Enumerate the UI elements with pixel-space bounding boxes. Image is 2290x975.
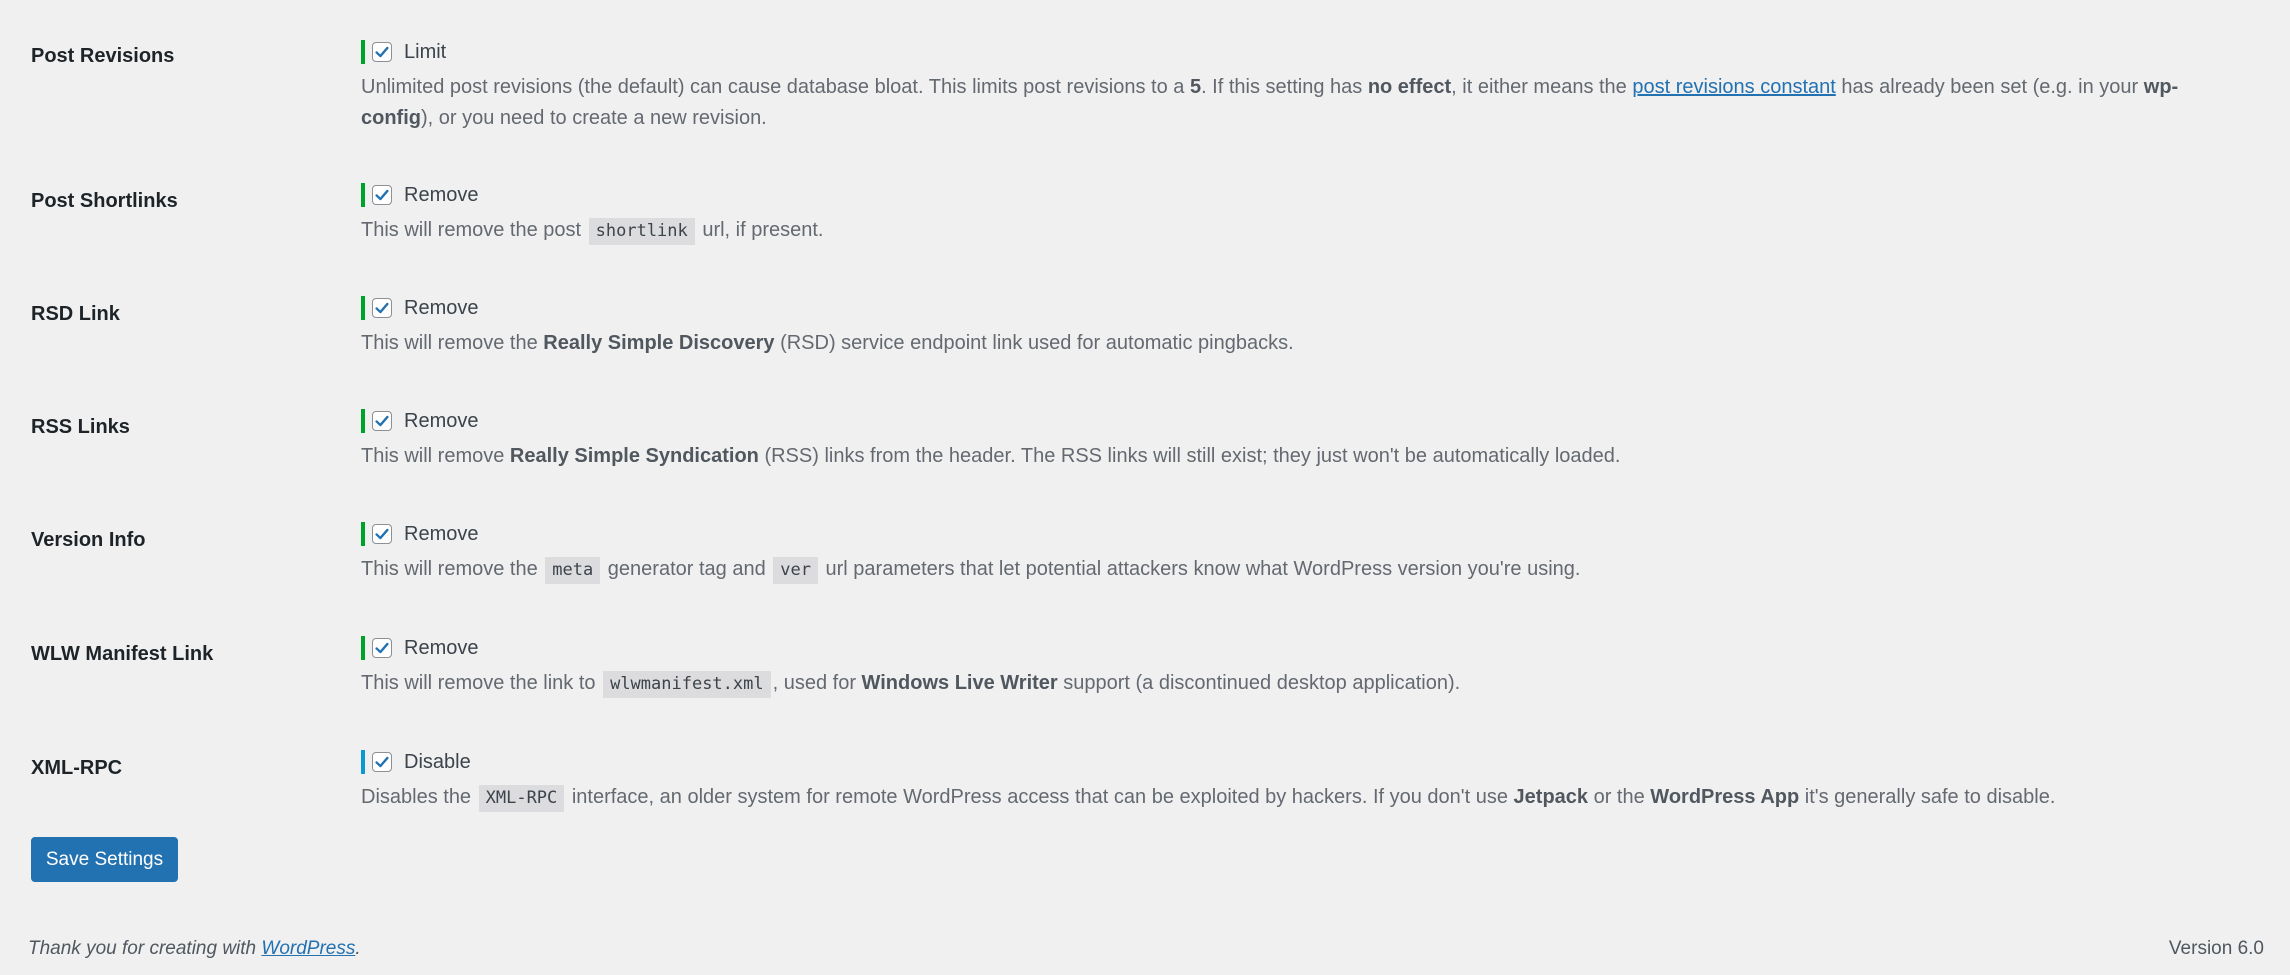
footer-thanks-prefix: Thank you for creating with [28, 938, 262, 959]
setting-label: XML-RPC [31, 757, 123, 779]
description-text: url, if present. [696, 219, 824, 241]
description-code: wlwmanifest.xml [603, 671, 771, 698]
setting-checkbox[interactable] [372, 42, 392, 62]
description-text: , it either means the [1451, 76, 1633, 98]
status-indicator [361, 40, 365, 64]
setting-field: Remove This will remove the post shortlin… [361, 181, 2250, 247]
checkbox-line: Limit [361, 38, 2250, 66]
setting-description: This will remove Really Simple Syndicati… [361, 441, 2250, 472]
status-indicator [361, 183, 365, 207]
status-indicator [361, 522, 365, 546]
checkbox-label[interactable]: Remove [404, 634, 478, 662]
description-text: This will remove the post [361, 219, 587, 241]
description-text: url parameters that let potential attack… [819, 558, 1581, 580]
description-text: , used for [772, 672, 862, 694]
description-emphasis: 5 [1189, 76, 1202, 98]
checkmark-icon [375, 756, 389, 768]
description-text: ), or you need to create a new revision. [421, 107, 767, 129]
setting-checkbox[interactable] [372, 298, 392, 318]
checkmark-icon [375, 415, 389, 427]
checkbox-label[interactable]: Remove [404, 520, 478, 548]
status-indicator [361, 296, 365, 320]
checkbox-line: Remove [361, 181, 2250, 209]
setting-description: This will remove the link to wlwmanifest… [361, 668, 2250, 700]
checkbox-label[interactable]: Limit [404, 38, 446, 66]
description-text: (RSD) service endpoint link used for aut… [774, 332, 1294, 354]
footer-version: Version 6.0 [2168, 938, 2264, 959]
checkbox-label[interactable]: Remove [404, 294, 478, 322]
checkbox-label[interactable]: Disable [404, 748, 471, 776]
setting-description: This will remove the Really Simple Disco… [361, 328, 2250, 359]
description-code: XML-RPC [478, 785, 565, 812]
checkbox-label[interactable]: Remove [404, 181, 478, 209]
description-code: ver [773, 557, 818, 584]
footer-thanks-suffix: . [355, 938, 361, 959]
description-text: This will remove the [361, 558, 544, 580]
description-text: has already been set (e.g. in your [1835, 76, 2144, 98]
description-emphasis: WordPress App [1650, 786, 1800, 808]
status-indicator [361, 409, 365, 433]
setting-description: Unlimited post revisions (the default) c… [361, 72, 2250, 134]
setting-label: Version Info [31, 529, 146, 551]
description-text: generator tag and [602, 558, 772, 580]
checkmark-icon [375, 528, 389, 540]
description-text: This will remove the link to [361, 672, 602, 694]
setting-field: Remove This will remove Really Simple Syn… [361, 407, 2250, 472]
setting-label: Post Shortlinks [31, 190, 178, 212]
checkmark-icon [375, 46, 389, 58]
setting-checkbox[interactable] [372, 638, 392, 658]
setting-field: Remove This will remove the Really Simple… [361, 294, 2250, 359]
setting-field: Remove This will remove the link to wlwma… [361, 634, 2250, 700]
status-indicator [361, 750, 365, 774]
setting-checkbox[interactable] [372, 752, 392, 772]
setting-checkbox[interactable] [372, 524, 392, 544]
setting-checkbox[interactable] [372, 411, 392, 431]
description-text: This will remove the [361, 332, 544, 354]
description-link[interactable]: post revisions constant [1632, 76, 1835, 98]
setting-checkbox[interactable] [372, 185, 392, 205]
description-emphasis: Jetpack [1513, 786, 1589, 808]
checkbox-label[interactable]: Remove [404, 407, 478, 435]
description-text: Unlimited post revisions (the default) c… [361, 76, 1190, 98]
description-emphasis: no effect [1367, 76, 1452, 98]
checkbox-line: Disable [361, 748, 2250, 776]
setting-field: Limit Unlimited post revisions (the defau… [361, 38, 2250, 134]
setting-label: Post Revisions [31, 45, 175, 67]
description-text: or the [1588, 786, 1651, 808]
checkbox-line: Remove [361, 634, 2250, 662]
setting-field: Remove This will remove the meta generato… [361, 520, 2250, 586]
checkbox-line: Remove [361, 407, 2250, 435]
setting-description: This will remove the meta generator tag … [361, 554, 2250, 586]
setting-field: Disable Disables the XML-RPC interface, a… [361, 748, 2250, 814]
description-emphasis: Really Simple Syndication [509, 445, 759, 467]
description-code: shortlink [588, 218, 695, 245]
description-text: interface, an older system for remote Wo… [566, 786, 1514, 808]
description-emphasis: Really Simple Discovery [543, 332, 775, 354]
checkmark-icon [375, 642, 389, 654]
checkmark-icon [375, 189, 389, 201]
footer-thanks: Thank you for creating with WordPress. [28, 938, 361, 960]
save-settings-button[interactable]: Save Settings [31, 837, 178, 882]
description-text: it's generally safe to disable. [1799, 786, 2056, 808]
description-code: meta [545, 557, 601, 584]
setting-label: WLW Manifest Link [31, 643, 214, 665]
setting-description: Disables the XML-RPC interface, an older… [361, 782, 2250, 814]
description-text: (RSS) links from the header. The RSS lin… [758, 445, 1621, 467]
setting-description: This will remove the post shortlink url,… [361, 215, 2250, 247]
description-text: Disables the [361, 786, 477, 808]
checkmark-icon [375, 302, 389, 314]
checkbox-line: Remove [361, 520, 2250, 548]
setting-label: RSS Links [31, 416, 130, 438]
description-text: This will remove [361, 445, 510, 467]
description-emphasis: Windows Live Writer [861, 672, 1058, 694]
description-text: support (a discontinued desktop applicat… [1057, 672, 1461, 694]
wordpress-link[interactable]: WordPress [261, 938, 355, 959]
checkbox-line: Remove [361, 294, 2250, 322]
status-indicator [361, 636, 365, 660]
description-text: . If this setting has [1201, 76, 1368, 98]
setting-label: RSD Link [31, 303, 120, 325]
